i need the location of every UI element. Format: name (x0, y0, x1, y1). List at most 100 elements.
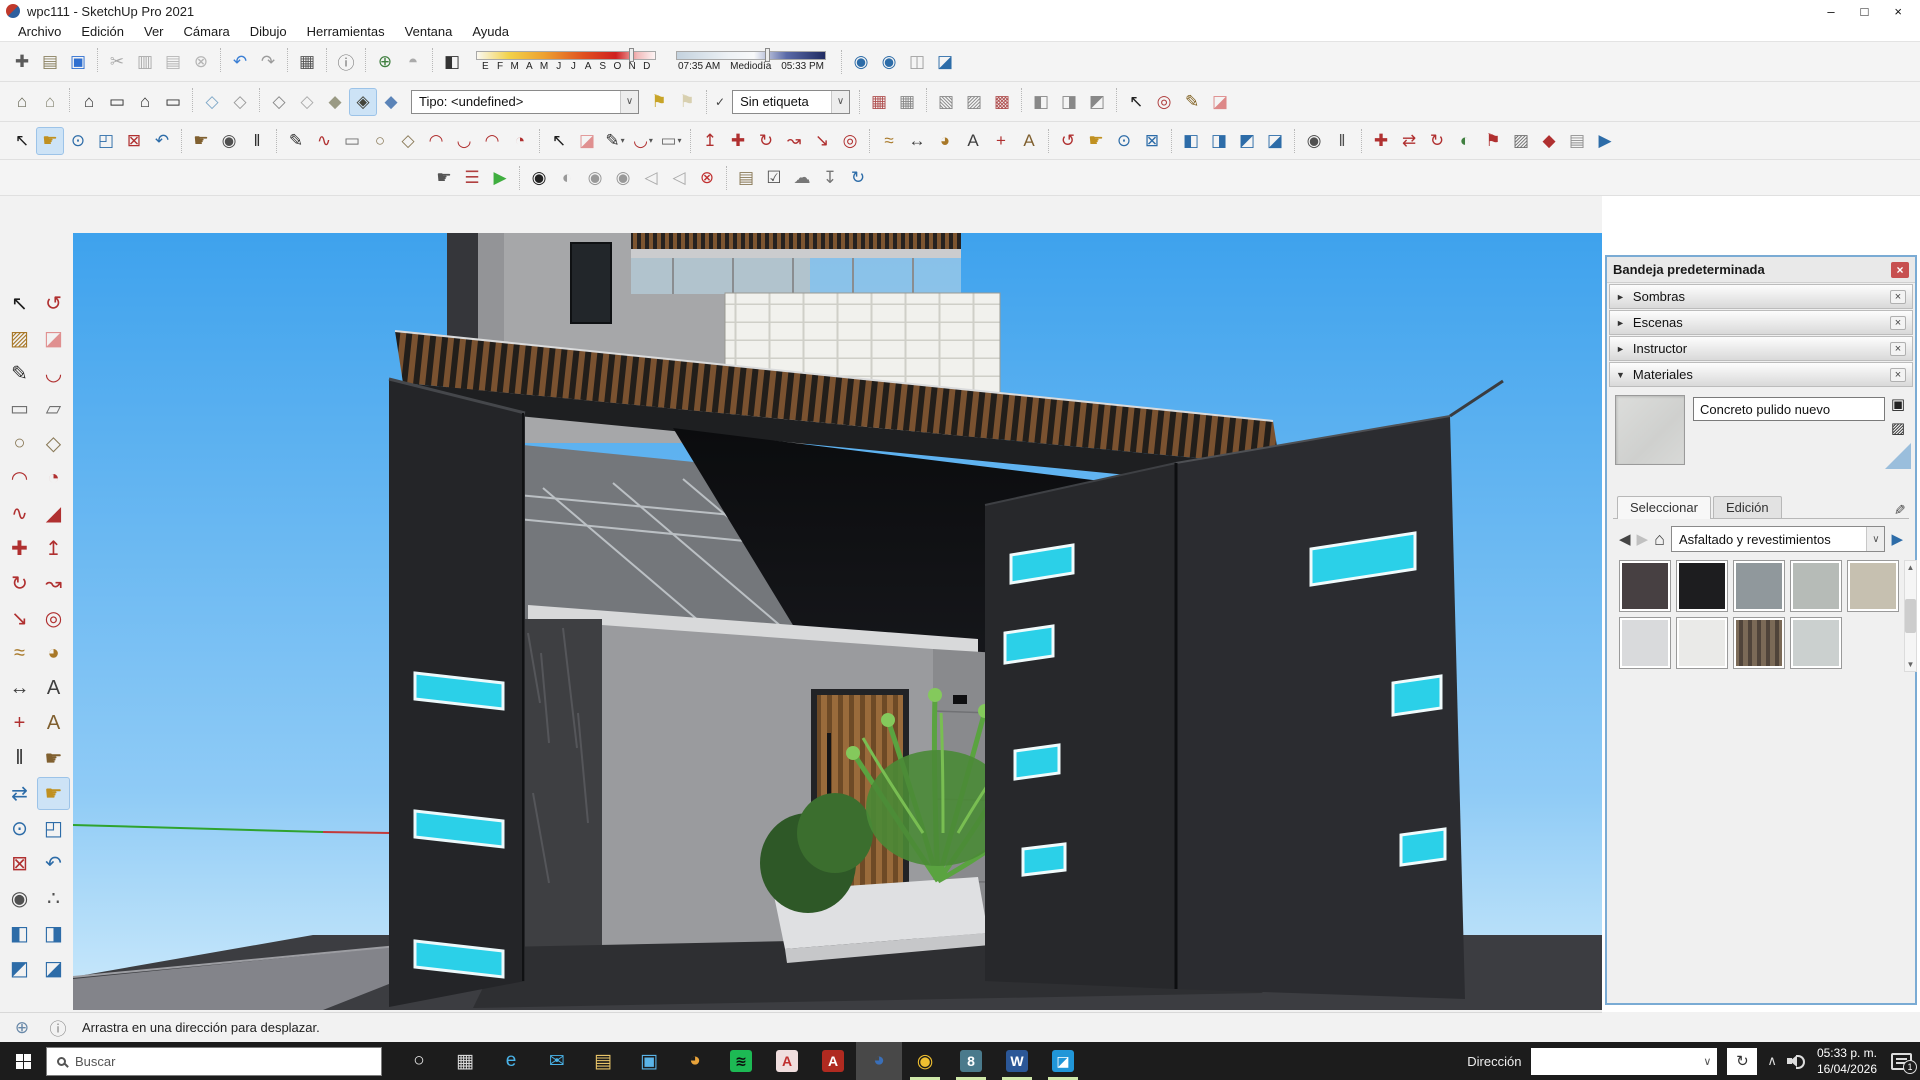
taskbar-spotify[interactable]: ≋ (718, 1042, 764, 1080)
material-name-field[interactable]: Concreto pulido nuevo (1693, 397, 1885, 421)
taskbar-clock[interactable]: 05:33 p. m. 16/04/2026 (1817, 1045, 1877, 1077)
details-arrow-icon[interactable]: ▶ (1891, 530, 1903, 548)
offset-icon[interactable]: ◎ (37, 602, 70, 635)
solid-union-icon[interactable]: ◧ (1027, 88, 1055, 116)
component-interact-icon[interactable]: ▨ (960, 88, 988, 116)
zoom-icon[interactable]: ⊙ (3, 812, 36, 845)
eyedropper-icon[interactable]: ✎ (1891, 504, 1908, 516)
taskbar-browser[interactable]: ◕ (672, 1042, 718, 1080)
orbit-icon[interactable]: ↺ (37, 287, 70, 320)
tag-yellow-icon[interactable]: ⚑ (645, 88, 673, 116)
paint-bucket-icon[interactable]: ▨ (1507, 127, 1535, 155)
section-cuts-icon[interactable]: ◩ (3, 952, 36, 985)
section-plane-icon[interactable]: ◧ (1177, 127, 1205, 155)
zoom-extents-2-icon[interactable]: ⊠ (1138, 127, 1166, 155)
pencil-alt-icon[interactable]: ✎ (1178, 88, 1206, 116)
shaded-style-icon[interactable]: ◆ (321, 88, 349, 116)
geolocation-status-icon[interactable]: ⊕ (8, 1014, 36, 1042)
menu-edicion[interactable]: Edición (71, 24, 134, 39)
hidden-line-style-icon[interactable]: ◇ (293, 88, 321, 116)
rotated-rectangle-icon[interactable]: ▱ (37, 392, 70, 425)
close-section-button[interactable]: × (1890, 342, 1906, 356)
preview-component-icon[interactable]: ◉ (847, 48, 875, 76)
eraser-icon[interactable]: ◪ (573, 127, 601, 155)
pan-icon[interactable]: ☛ (36, 127, 64, 155)
pan-icon[interactable]: ☛ (37, 777, 70, 810)
scroll-up-icon[interactable]: ▲ (1907, 563, 1915, 572)
line-icon[interactable]: ✎ (282, 127, 310, 155)
circle-icon[interactable]: ○ (366, 127, 394, 155)
pan-2-icon[interactable]: ☛ (1082, 127, 1110, 155)
taskbar-acrobat[interactable]: A (810, 1042, 856, 1080)
address-input[interactable]: ∨ (1531, 1048, 1717, 1075)
camera-off-icon[interactable]: ⊗ (693, 164, 721, 192)
taskbar-file-explorer[interactable]: ▤ (580, 1042, 626, 1080)
arc-menu-icon[interactable]: ◡▾ (629, 127, 657, 155)
right-view-icon[interactable]: ▭ (159, 88, 187, 116)
close-button[interactable]: × (1894, 4, 1902, 19)
chevron-down-icon[interactable]: ∨ (831, 91, 849, 113)
start-button[interactable] (0, 1042, 46, 1080)
zoom-icon[interactable]: ⊙ (64, 127, 92, 155)
cut-icon[interactable]: ✂ (103, 48, 131, 76)
material-category-dropdown[interactable]: Asfaltado y revestimientos ∨ (1671, 526, 1885, 552)
follow-me-icon[interactable]: ↝ (37, 567, 70, 600)
scale-icon[interactable]: ↘ (3, 602, 36, 635)
secondary-pane-icon[interactable]: ▣ (1891, 395, 1905, 413)
line-icon[interactable]: ✎ (3, 357, 36, 390)
section-cuts-icon[interactable]: ◩ (1233, 127, 1261, 155)
select-icon[interactable]: ↖ (8, 127, 36, 155)
toggle-terrain-icon[interactable]: ◓ (399, 48, 427, 76)
sandbox-icon[interactable]: ◢ (37, 497, 70, 530)
frustum-icon[interactable]: ◁ (637, 164, 665, 192)
taskbar-layout[interactable]: 8 (948, 1042, 994, 1080)
extension-icon[interactable]: ◆ (1535, 127, 1563, 155)
tray-section-escenas[interactable]: ►Escenas× (1609, 310, 1913, 335)
position-camera-icon[interactable]: ☛ (187, 127, 215, 155)
walk-2-icon[interactable]: ∴ (37, 882, 70, 915)
three-point-arc-icon[interactable]: ◠ (478, 127, 506, 155)
taskbar-photoshop[interactable]: A (764, 1042, 810, 1080)
menu-ver[interactable]: Ver (134, 24, 174, 39)
flip-icon[interactable]: ⇄ (3, 777, 36, 810)
walk-icon[interactable]: ‖ (3, 742, 36, 775)
arc-icon[interactable]: ◠ (422, 127, 450, 155)
select-alt-icon[interactable]: ↖ (1122, 88, 1150, 116)
circle-icon[interactable]: ○ (3, 427, 36, 460)
taskbar-sketchup[interactable]: ◕ (856, 1042, 902, 1080)
pie-icon[interactable]: ◔ (37, 462, 70, 495)
next-arrow-icon[interactable]: ▶ (1591, 127, 1619, 155)
two-point-arc-icon[interactable]: ◠ (3, 462, 36, 495)
menu-ayuda[interactable]: Ayuda (462, 24, 519, 39)
two-point-arc-icon[interactable]: ◡ (450, 127, 478, 155)
eraser-alt-icon[interactable]: ◪ (1206, 88, 1234, 116)
add-location-icon[interactable]: ⊕ (371, 48, 399, 76)
scrollbar-thumb[interactable] (1905, 599, 1916, 633)
push-pull-icon[interactable]: ↥ (37, 532, 70, 565)
tape-measure-icon[interactable]: ≈ (875, 127, 903, 155)
push-pull-icon[interactable]: ↥ (696, 127, 724, 155)
axes-icon[interactable]: + (987, 127, 1015, 155)
home-icon[interactable]: ⌂ (1654, 529, 1665, 550)
concreto-blanco-swatch[interactable] (1676, 617, 1728, 669)
menu-camara[interactable]: Cámara (174, 24, 240, 39)
previous-view-icon[interactable]: ↶ (37, 847, 70, 880)
rectangle-icon[interactable]: ▭ (338, 127, 366, 155)
front-view-icon[interactable]: ⌂ (131, 88, 159, 116)
menu-herramientas[interactable]: Herramientas (297, 24, 395, 39)
frustum-2-icon[interactable]: ◁ (665, 164, 693, 192)
offset-icon[interactable]: ◎ (836, 127, 864, 155)
time-slider-track[interactable] (676, 51, 826, 60)
move-icon[interactable]: ✚ (724, 127, 752, 155)
rotate-icon[interactable]: ↻ (3, 567, 36, 600)
wireframe-style-icon[interactable]: ◇ (265, 88, 293, 116)
3d-viewport[interactable] (73, 233, 1602, 1010)
section-display-icon[interactable]: ◨ (1205, 127, 1233, 155)
walk-2-icon[interactable]: ‖ (1328, 127, 1356, 155)
monochrome-style-icon[interactable]: ◆ (377, 88, 405, 116)
taskbar-store[interactable]: ▣ (626, 1042, 672, 1080)
chevron-down-icon[interactable]: ∨ (1703, 1055, 1711, 1068)
position-camera-icon[interactable]: ☛ (37, 742, 70, 775)
freehand-icon[interactable]: ∿ (3, 497, 36, 530)
menu-archivo[interactable]: Archivo (8, 24, 71, 39)
